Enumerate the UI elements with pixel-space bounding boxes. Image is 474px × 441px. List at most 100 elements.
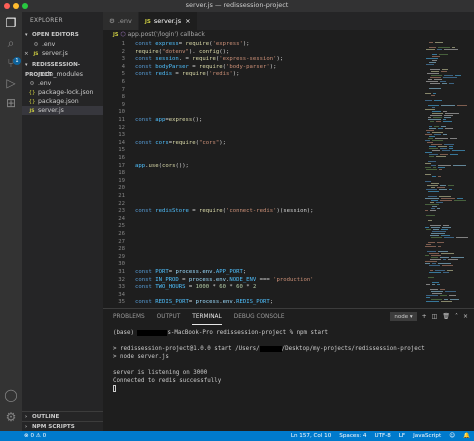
tree-item-env[interactable]: ⚙ .env bbox=[22, 79, 103, 88]
account-icon[interactable]: ◯ bbox=[4, 388, 18, 402]
minimap[interactable] bbox=[421, 40, 474, 308]
npm-scripts-title: NPM SCRIPTS bbox=[32, 424, 75, 430]
code-token: REDIS_PORT bbox=[236, 299, 270, 306]
code-token: bodyParser bbox=[155, 63, 189, 70]
redacted-block bbox=[137, 329, 168, 336]
minimap-stroke bbox=[456, 237, 468, 238]
minimap-stroke bbox=[445, 291, 456, 292]
tab-terminal[interactable]: TERMINAL bbox=[192, 309, 222, 325]
terminal-text: s-MacBook-Pro redissession-project % npm… bbox=[167, 330, 328, 336]
breadcrumb[interactable]: JS ⬡ app.post('/login') callback bbox=[103, 30, 474, 40]
status-language[interactable]: JavaScript bbox=[413, 431, 441, 441]
tab-problems[interactable]: PROBLEMS bbox=[113, 309, 145, 325]
feedback-icon[interactable]: ☺ bbox=[449, 431, 455, 441]
minimap-stroke bbox=[426, 49, 435, 50]
close-icon[interactable]: × bbox=[24, 50, 30, 58]
minimap-stroke bbox=[435, 42, 443, 43]
chevron-up-icon[interactable]: ˄ bbox=[455, 313, 458, 320]
minimap-stroke bbox=[429, 146, 436, 147]
open-editor-item-server-js[interactable]: × JS server.js bbox=[22, 49, 103, 58]
minimap-stroke bbox=[428, 191, 439, 192]
minimap-stroke bbox=[425, 246, 436, 247]
code-token: const bbox=[135, 63, 156, 70]
search-icon[interactable]: ⌕ bbox=[4, 36, 18, 50]
tree-item-server-js[interactable]: JS server.js bbox=[22, 106, 103, 115]
terminal-output[interactable]: (base) s-MacBook-Pro redissession-projec… bbox=[113, 329, 468, 393]
minimap-stroke bbox=[447, 270, 453, 271]
status-items: Ln 157, Col 10 Spaces: 4 UTF-8 LF JavaSc… bbox=[291, 431, 470, 441]
minimap-stroke bbox=[426, 130, 434, 131]
problems-status[interactable]: ⊗ 0 ⚠ 0 bbox=[24, 431, 46, 441]
tab-env[interactable]: ⚙ .env bbox=[103, 12, 139, 30]
chevron-right-icon: › bbox=[25, 414, 28, 420]
trash-icon[interactable]: 🗑 bbox=[442, 313, 450, 320]
project-section[interactable]: ▾ REDISSESSION-PROJECT bbox=[22, 60, 103, 78]
close-panel-icon[interactable]: × bbox=[463, 313, 468, 320]
open-editor-label: .env bbox=[41, 41, 56, 48]
code-token: require bbox=[185, 41, 210, 47]
minimap-stroke bbox=[444, 115, 453, 116]
npm-scripts-section[interactable]: › NPM SCRIPTS bbox=[22, 421, 103, 431]
minimap-stroke bbox=[429, 47, 436, 48]
minimap-stroke bbox=[430, 289, 438, 290]
tree-item-label: server.js bbox=[37, 107, 64, 114]
status-indentation[interactable]: Spaces: 4 bbox=[339, 431, 366, 441]
settings-gear-icon[interactable]: ⚙ bbox=[4, 410, 18, 424]
open-editor-item-env[interactable]: ⚙ .env bbox=[22, 40, 103, 49]
tree-item-package-lock[interactable]: {} package-lock.json bbox=[22, 88, 103, 97]
tab-server-js[interactable]: JS server.js × bbox=[138, 12, 198, 30]
explorer-icon[interactable]: ❐ bbox=[4, 16, 18, 30]
tree-item-node-modules[interactable]: › node_modules bbox=[22, 70, 103, 79]
minimap-stroke bbox=[430, 235, 439, 236]
minimap-stroke bbox=[436, 202, 443, 203]
minimap-stroke bbox=[441, 253, 454, 254]
minimap-stroke bbox=[431, 237, 442, 238]
terminal-prompt-line[interactable] bbox=[113, 385, 468, 393]
minimap-stroke bbox=[441, 198, 455, 199]
line-number: 35 bbox=[118, 299, 125, 306]
outline-section[interactable]: › OUTLINE bbox=[22, 411, 103, 421]
split-terminal-icon[interactable]: ◫ bbox=[432, 313, 438, 320]
minimap-stroke bbox=[440, 295, 447, 296]
breadcrumb-path[interactable]: app.post('/login') callback bbox=[128, 31, 205, 38]
close-icon[interactable]: × bbox=[185, 17, 190, 25]
run-debug-icon[interactable]: ▷ bbox=[4, 76, 18, 90]
minimap-stroke bbox=[438, 246, 441, 247]
code-token: express bbox=[168, 117, 193, 123]
minimap-stroke bbox=[433, 167, 436, 168]
code-editor[interactable]: 1 const express= require('express'); 2 requ… bbox=[103, 40, 421, 308]
terminal-line: > redissession-project@1.0.0 start /User… bbox=[113, 345, 468, 353]
breadcrumb-cube-icon: ⬡ bbox=[120, 31, 126, 38]
tree-item-label: package.json bbox=[37, 98, 79, 105]
minimap-stroke bbox=[441, 71, 447, 72]
sidebar-bottom-sections: › OUTLINE › NPM SCRIPTS bbox=[22, 411, 103, 431]
minimap-stroke bbox=[440, 257, 449, 258]
minimap-stroke bbox=[432, 282, 439, 283]
code-token: ); bbox=[269, 63, 277, 70]
minimap-stroke bbox=[431, 95, 435, 96]
add-terminal-icon[interactable]: + bbox=[422, 313, 427, 320]
code-token: = bbox=[172, 71, 183, 78]
minimap-stroke bbox=[443, 111, 447, 112]
status-eol[interactable]: LF bbox=[399, 431, 405, 441]
status-bar: ⊗ 0 ⚠ 0 Ln 157, Col 10 Spaces: 4 UTF-8 L… bbox=[0, 431, 474, 441]
code-line[interactable]: 35 const REDIS_PORT= process.env.REDIS_PO… bbox=[103, 298, 421, 306]
extensions-icon[interactable]: ⊞ bbox=[4, 96, 18, 110]
terminal-text: /Desktop/my-projects/redissession-projec… bbox=[281, 346, 425, 352]
code-token: process bbox=[175, 269, 200, 275]
tab-debug-console[interactable]: DEBUG CONSOLE bbox=[234, 309, 285, 325]
tab-output[interactable]: OUTPUT bbox=[157, 309, 181, 325]
open-editors-section[interactable]: ▾ OPEN EDITORS bbox=[22, 30, 103, 40]
title-bar: server.js — redissession-project bbox=[0, 0, 474, 12]
code-token: const bbox=[135, 276, 156, 283]
minimap-stroke bbox=[429, 62, 436, 63]
minimap-stroke bbox=[437, 49, 442, 50]
code-token: 'express-session' bbox=[219, 56, 277, 63]
code-token: (); bbox=[219, 48, 230, 55]
status-cursor-position[interactable]: Ln 157, Col 10 bbox=[291, 431, 331, 441]
notifications-icon[interactable]: 🔔 bbox=[463, 431, 470, 441]
terminal-select[interactable]: node ▾ bbox=[390, 312, 417, 321]
minimap-stroke bbox=[444, 299, 448, 300]
tree-item-package-json[interactable]: {} package.json bbox=[22, 97, 103, 106]
status-encoding[interactable]: UTF-8 bbox=[374, 431, 390, 441]
